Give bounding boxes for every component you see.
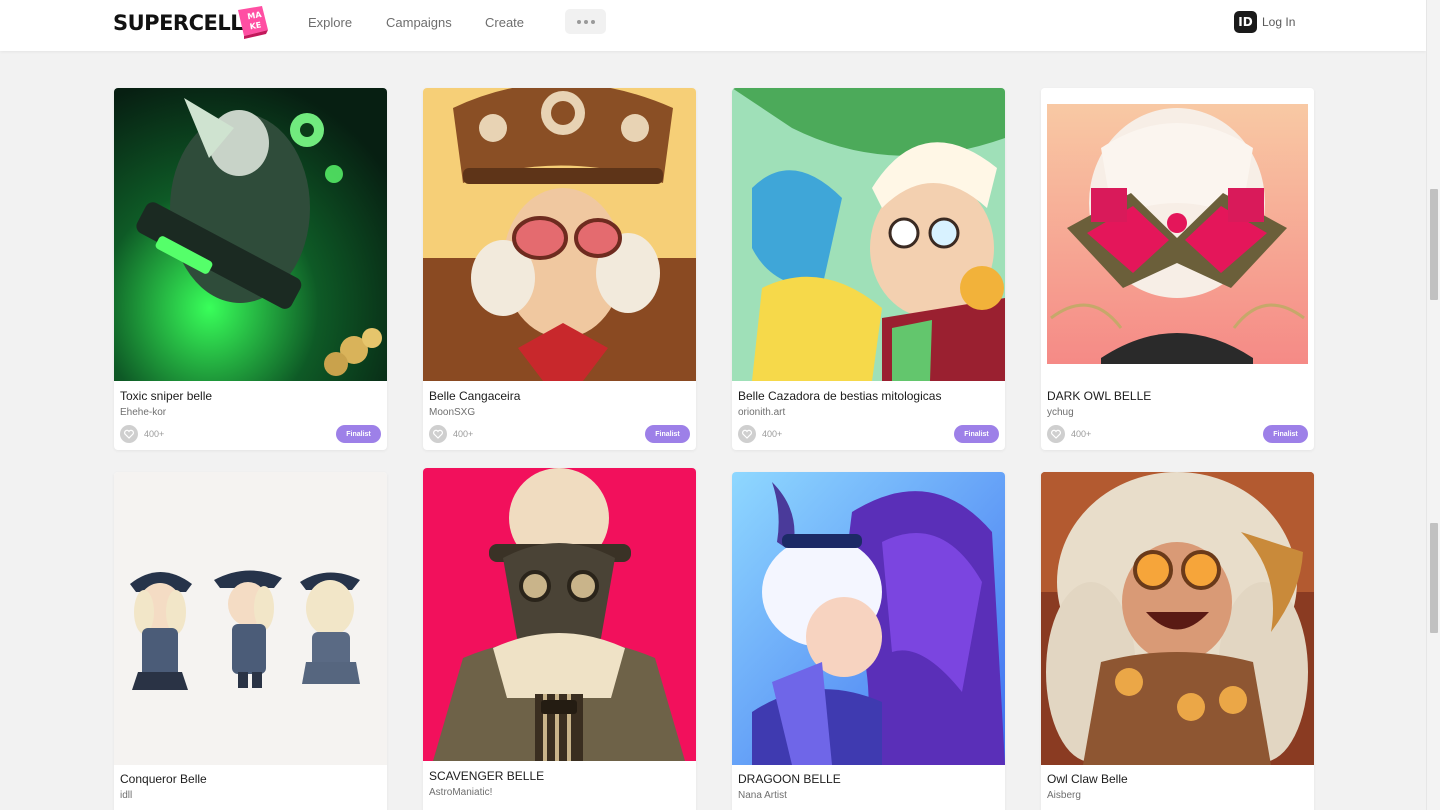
- like-count: 400+: [144, 429, 165, 439]
- finalist-badge: Finalist: [954, 425, 999, 443]
- artwork-image[interactable]: [1041, 472, 1314, 765]
- card-author[interactable]: Nana Artist: [738, 790, 787, 801]
- artwork-image[interactable]: [114, 472, 387, 765]
- make-logo-icon[interactable]: MA KE: [232, 4, 270, 40]
- artwork-image[interactable]: [732, 472, 1005, 765]
- card-title[interactable]: Toxic sniper belle: [120, 389, 212, 403]
- artwork-image[interactable]: [423, 88, 696, 381]
- like-count: 400+: [453, 429, 474, 439]
- artwork-card[interactable]: Owl Claw Belle Aisberg: [1041, 472, 1314, 810]
- login-label: Log In: [1262, 15, 1296, 29]
- artwork-image[interactable]: [1041, 88, 1314, 381]
- card-title[interactable]: Belle Cangaceira: [429, 389, 520, 403]
- card-author[interactable]: ychug: [1047, 407, 1074, 418]
- like-count: 400+: [1071, 429, 1092, 439]
- artwork-card[interactable]: Toxic sniper belle Ehehe-kor 400+ Finali…: [114, 88, 387, 450]
- card-title[interactable]: DARK OWL BELLE: [1047, 389, 1151, 403]
- login-button[interactable]: ID Log In: [1234, 11, 1295, 33]
- card-author[interactable]: AstroManiatic!: [429, 787, 492, 798]
- supercell-id-icon: ID: [1234, 11, 1257, 33]
- card-author[interactable]: orionith.art: [738, 407, 785, 418]
- nav-explore[interactable]: Explore: [308, 15, 352, 30]
- card-title[interactable]: Belle Cazadora de bestias mitologicas: [738, 389, 941, 403]
- heart-icon[interactable]: [1047, 425, 1065, 443]
- nav-create[interactable]: Create: [485, 15, 524, 30]
- more-dots-icon[interactable]: [565, 9, 606, 34]
- finalist-badge: Finalist: [645, 425, 690, 443]
- nav-campaigns[interactable]: Campaigns: [386, 15, 452, 30]
- card-title[interactable]: Owl Claw Belle: [1047, 772, 1128, 786]
- scrollbar-thumb[interactable]: [1430, 523, 1438, 633]
- artwork-card[interactable]: Belle Cangaceira MoonSXG 400+ Finalist: [423, 88, 696, 450]
- card-title[interactable]: DRAGOON BELLE: [738, 772, 841, 786]
- card-author[interactable]: MoonSXG: [429, 407, 475, 418]
- artwork-card[interactable]: DARK OWL BELLE ychug 400+ Finalist: [1041, 88, 1314, 450]
- card-author[interactable]: Aisberg: [1047, 790, 1081, 801]
- artwork-card[interactable]: DRAGOON BELLE Nana Artist: [732, 472, 1005, 810]
- supercell-logo[interactable]: SUPERCELL: [113, 11, 244, 35]
- scrollbar-thumb[interactable]: [1430, 189, 1438, 300]
- artwork-image[interactable]: [732, 88, 1005, 381]
- heart-icon[interactable]: [429, 425, 447, 443]
- artwork-image[interactable]: [423, 468, 696, 761]
- finalist-badge: Finalist: [336, 425, 381, 443]
- artwork-image[interactable]: [114, 88, 387, 381]
- artwork-card[interactable]: SCAVENGER BELLE AstroManiatic!: [423, 468, 696, 810]
- card-author[interactable]: Ehehe-kor: [120, 407, 166, 418]
- card-title[interactable]: SCAVENGER BELLE: [429, 769, 544, 783]
- card-title[interactable]: Conqueror Belle: [120, 772, 207, 786]
- page-scrollbar[interactable]: [1426, 0, 1440, 810]
- heart-icon[interactable]: [738, 425, 756, 443]
- finalist-badge: Finalist: [1263, 425, 1308, 443]
- heart-icon[interactable]: [120, 425, 138, 443]
- top-navigation-bar: SUPERCELL MA KE Explore Campaigns Create…: [0, 0, 1426, 51]
- card-author[interactable]: idll: [120, 790, 132, 801]
- like-count: 400+: [762, 429, 783, 439]
- artwork-card[interactable]: Conqueror Belle idll: [114, 472, 387, 810]
- artwork-card[interactable]: Belle Cazadora de bestias mitologicas or…: [732, 88, 1005, 450]
